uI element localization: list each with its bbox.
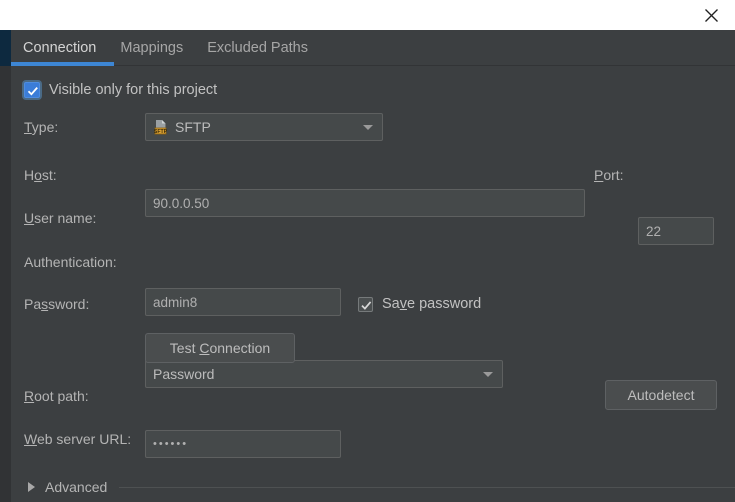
advanced-label: Advanced [45, 479, 108, 495]
autodetect-label: Autodetect [627, 387, 695, 403]
password-value: •••••• [153, 438, 189, 450]
password-label: Password: [24, 296, 90, 312]
tab-bar: Connection Mappings Excluded Paths [11, 30, 735, 66]
tab-connection-label: Connection [23, 40, 97, 56]
chevron-right-icon[interactable] [28, 482, 35, 492]
checkbox-box-checked [358, 296, 373, 312]
tab-mappings-label: Mappings [120, 40, 184, 56]
visible-only-label: Visible only for this project [49, 82, 218, 98]
chevron-down-icon [363, 125, 373, 130]
password-input[interactable]: •••••• [145, 430, 341, 458]
port-value: 22 [646, 223, 662, 239]
type-label: Type: [24, 119, 59, 135]
user-name-value: admin8 [153, 294, 198, 310]
advanced-section[interactable]: Advanced [11, 472, 735, 502]
user-name-label: User name: [24, 210, 97, 226]
left-rail [0, 30, 11, 502]
rail-selection-indicator [0, 30, 11, 66]
tab-excluded-paths[interactable]: Excluded Paths [195, 30, 320, 66]
test-connection-button[interactable]: Test Connection [145, 333, 295, 363]
svg-text:SFTP: SFTP [154, 129, 168, 135]
close-button[interactable] [691, 0, 731, 30]
checkbox-box-checked [24, 82, 40, 98]
test-connection-label: Test Connection [169, 340, 271, 356]
authentication-value: Password [153, 366, 215, 382]
port-input[interactable]: 22 [638, 217, 714, 245]
sftp-protocol-icon: SFTP [153, 119, 169, 135]
advanced-divider [119, 486, 735, 488]
host-value: 90.0.0.50 [153, 195, 210, 211]
web-server-url-label: Web server URL: [24, 431, 132, 447]
tab-connection[interactable]: Connection [11, 30, 108, 66]
visible-only-checkbox[interactable]: Visible only for this project [24, 82, 217, 98]
save-password-checkbox[interactable]: Save password [358, 296, 481, 312]
type-value: SFTP [175, 119, 211, 135]
dialog-titlebar [0, 0, 735, 30]
authentication-label: Authentication: [24, 254, 117, 270]
autodetect-button[interactable]: Autodetect [605, 380, 717, 410]
root-path-label: Root path: [24, 388, 89, 404]
tab-excluded-paths-label: Excluded Paths [207, 40, 308, 56]
connection-form: Visible only for this project Type: SFTP… [11, 66, 735, 502]
deployment-settings-dialog: Connection Mappings Excluded Paths Visib… [0, 0, 735, 502]
close-icon [704, 8, 719, 23]
host-input[interactable]: 90.0.0.50 [145, 189, 585, 217]
chevron-down-icon [483, 372, 493, 377]
save-password-label: Save password [382, 296, 482, 312]
port-label: Port: [594, 167, 624, 183]
tab-mappings[interactable]: Mappings [108, 30, 195, 66]
user-name-input[interactable]: admin8 [145, 288, 341, 316]
authentication-combo[interactable]: Password [145, 360, 503, 388]
type-combo[interactable]: SFTP SFTP [145, 113, 383, 141]
host-label: Host: [24, 167, 57, 183]
